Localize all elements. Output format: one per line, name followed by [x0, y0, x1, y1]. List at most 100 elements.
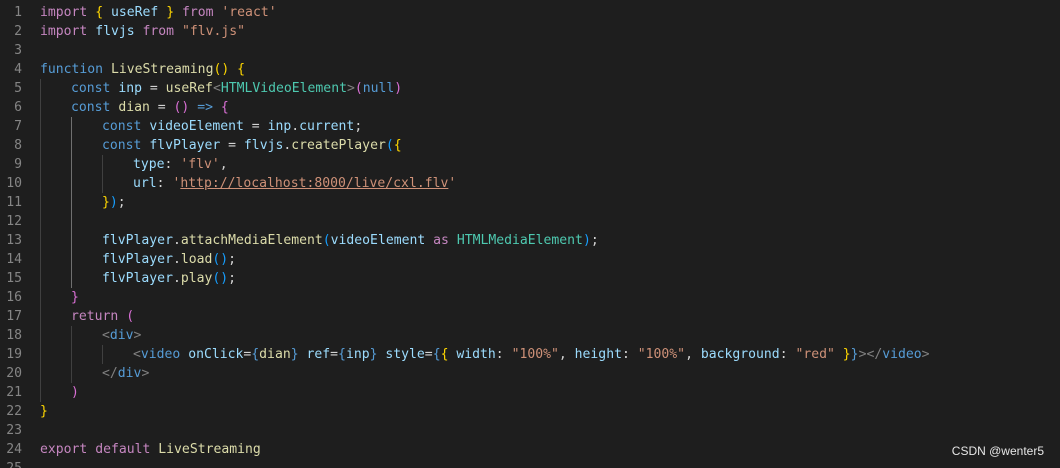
token: LiveStreaming	[110, 62, 214, 77]
code-line[interactable]: 3	[0, 41, 1060, 60]
indent-guide	[71, 269, 72, 288]
token: :	[164, 157, 181, 172]
line-number: 7	[14, 119, 22, 134]
code-line[interactable]: 14 flvPlayer.load();	[0, 250, 1060, 269]
line-number: 25	[0, 459, 22, 468]
code-line[interactable]: 21 )	[0, 383, 1060, 402]
code-line[interactable]: 17 return (	[0, 307, 1060, 326]
code-line[interactable]: 25	[0, 459, 1060, 468]
indent-guide	[40, 136, 41, 155]
token: LiveStreaming	[158, 442, 261, 457]
token: =	[141, 81, 166, 96]
token: const	[71, 100, 111, 115]
code-line[interactable]: 13 flvPlayer.attachMediaElement(videoEle…	[0, 231, 1060, 250]
token: ,	[219, 157, 228, 172]
token: play	[180, 271, 213, 286]
token: (	[126, 309, 135, 324]
token: >	[133, 328, 142, 343]
code-line[interactable]: 23	[0, 421, 1060, 440]
code-editor[interactable]: 1 import { useRef } from 'react' 2 impor…	[0, 0, 1060, 468]
token: videoElement	[330, 233, 426, 248]
line-number: 2	[14, 24, 22, 39]
token: }	[842, 347, 851, 362]
token: .	[172, 252, 181, 267]
line-number: 8	[14, 138, 22, 153]
token: "100%"	[637, 347, 686, 362]
indent-guide	[40, 193, 41, 212]
code-line[interactable]: 4 function LiveStreaming() {	[0, 60, 1060, 79]
line-number: 22	[6, 404, 22, 419]
code-line[interactable]: 5 const inp = useRef<HTMLVideoElement>(n…	[0, 79, 1060, 98]
token: flvPlayer	[102, 271, 173, 286]
line-number: 9	[14, 157, 22, 172]
code-line[interactable]: 19 <video onClick={dian} ref={inp} style…	[0, 345, 1060, 364]
token: "100%"	[511, 347, 559, 362]
token: import	[40, 5, 88, 20]
indent-guide	[40, 250, 41, 269]
indent-guide	[71, 174, 72, 193]
token: 'flv'	[180, 157, 220, 172]
token: {	[432, 347, 441, 362]
code-line[interactable]: 7 const videoElement = inp.current;	[0, 117, 1060, 136]
token: load	[180, 252, 213, 267]
token: >	[141, 366, 150, 381]
token: }	[40, 404, 48, 419]
code-line[interactable]: 18 <div>	[0, 326, 1060, 345]
code-line[interactable]: 6 const dian = () => {	[0, 98, 1060, 117]
code-line[interactable]: 20 </div>	[0, 364, 1060, 383]
token: flvPlayer	[102, 233, 173, 248]
token: =	[330, 347, 339, 362]
indent-guide	[40, 383, 41, 402]
code-line[interactable]: 2 import flvjs from "flv.js"	[0, 22, 1060, 41]
token: flvPlayer	[102, 252, 173, 267]
token: from	[142, 24, 175, 39]
token: .	[291, 119, 300, 134]
indent-guide	[71, 155, 72, 174]
code-line[interactable]: 10 url: 'http://localhost:8000/live/cxl.…	[0, 174, 1060, 193]
token: createPlayer	[291, 138, 386, 153]
indent-guide	[40, 155, 41, 174]
line-code: </div>	[102, 364, 149, 383]
code-line[interactable]: 9 type: 'flv',	[0, 155, 1060, 174]
code-line[interactable]: 15 flvPlayer.play();	[0, 269, 1060, 288]
code-line[interactable]: 1 import { useRef } from 'react'	[0, 3, 1060, 22]
line-number: 13	[6, 233, 22, 248]
token: import	[40, 24, 88, 39]
code-line[interactable]: 24 export default LiveStreaming	[0, 440, 1060, 459]
line-code: url: 'http://localhost:8000/live/cxl.flv…	[133, 174, 456, 193]
token: ()	[173, 100, 190, 115]
token: =	[149, 100, 174, 115]
line-number: 15	[6, 271, 22, 286]
indent-guide	[40, 174, 41, 193]
token: :	[156, 176, 173, 191]
indent-guide	[40, 345, 41, 364]
line-code: export default LiveStreaming	[40, 440, 261, 459]
code-line[interactable]: 12	[0, 212, 1060, 231]
code-line[interactable]: 11 });	[0, 193, 1060, 212]
code-line[interactable]: 8 const flvPlayer = flvjs.createPlayer({	[0, 136, 1060, 155]
token: '	[448, 176, 457, 191]
line-number: 23	[6, 423, 22, 438]
token: <	[102, 328, 110, 343]
line-code: <video onClick={dian} ref={inp} style={{…	[133, 345, 930, 364]
indent-guide	[40, 79, 41, 98]
line-number: 3	[14, 43, 22, 58]
token: ;	[117, 195, 126, 210]
editor-lines: 1 import { useRef } from 'react' 2 impor…	[0, 3, 1060, 468]
token: (	[385, 138, 394, 153]
code-line[interactable]: 16 }	[0, 288, 1060, 307]
indent-guide	[40, 231, 41, 250]
url-link[interactable]: http://localhost:8000/live/cxl.flv	[180, 176, 448, 191]
token: inp	[118, 81, 142, 96]
line-code: type: 'flv',	[133, 155, 228, 174]
token: <	[133, 347, 141, 362]
line-number: 14	[6, 252, 22, 267]
code-line[interactable]: 22 }	[0, 402, 1060, 421]
token: >	[346, 81, 355, 96]
token: useRef	[165, 81, 213, 96]
token: HTMLMediaElement	[456, 233, 583, 248]
token: ()	[212, 252, 229, 267]
line-code: });	[102, 193, 126, 212]
